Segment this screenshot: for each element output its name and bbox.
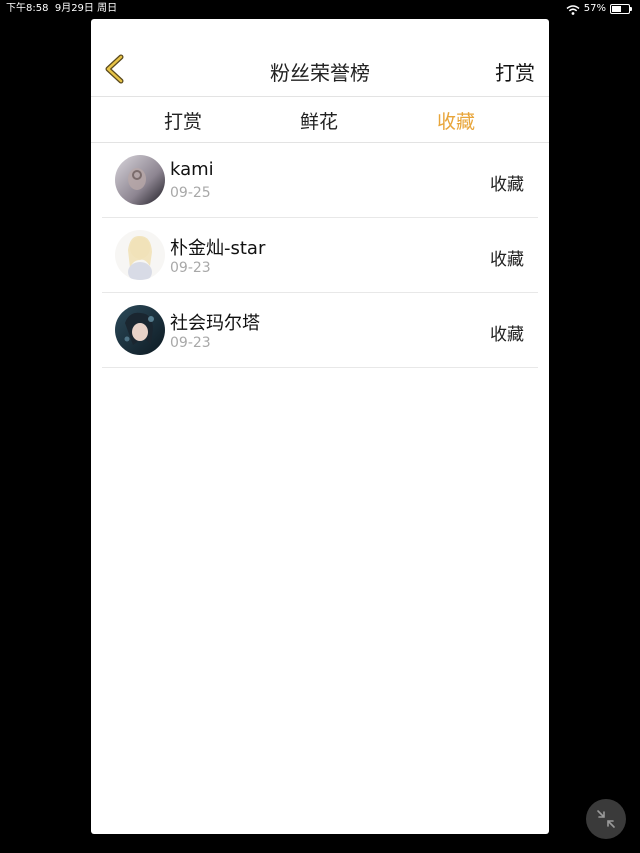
tab-reward[interactable]: 打赏 — [143, 107, 223, 134]
fan-honor-panel: 粉丝荣誉榜 打赏 打赏 鲜花 收藏 kami 09-25 收藏 朴金灿-star… — [91, 19, 549, 834]
list-item[interactable]: 朴金灿-star 09-23 收藏 — [102, 218, 538, 293]
collapse-button[interactable] — [586, 799, 626, 839]
page-title: 粉丝荣誉榜 — [270, 61, 370, 85]
list-item[interactable]: 社会玛尔塔 09-23 收藏 — [102, 293, 538, 368]
status-bar: 下午8:58 9月29日 周日 57% — [0, 0, 640, 18]
wifi-icon — [566, 4, 580, 15]
avatar — [115, 305, 165, 355]
battery-percent: 57% — [583, 3, 606, 14]
nav-bar: 粉丝荣誉榜 打赏 — [91, 19, 549, 97]
fan-name: kami — [170, 159, 214, 180]
tab-bar: 打赏 鲜花 收藏 — [91, 97, 549, 143]
list-item[interactable]: kami 09-25 收藏 — [102, 143, 538, 218]
fan-list: kami 09-25 收藏 朴金灿-star 09-23 收藏 社会玛尔塔 09… — [102, 143, 538, 368]
fan-date: 09-23 — [170, 260, 211, 276]
status-time: 下午8:58 — [6, 3, 49, 14]
tab-flowers[interactable]: 鲜花 — [279, 107, 359, 134]
fan-date: 09-25 — [170, 185, 211, 201]
avatar — [115, 155, 165, 205]
status-date: 9月29日 周日 — [54, 3, 118, 14]
collapse-arrows-icon — [597, 810, 615, 828]
fan-name: 朴金灿-star — [170, 238, 266, 259]
avatar — [115, 230, 165, 280]
fan-action: 收藏 — [490, 250, 524, 270]
fan-action: 收藏 — [490, 325, 524, 345]
reward-button[interactable]: 打赏 — [495, 57, 535, 86]
fan-name: 社会玛尔塔 — [170, 313, 260, 334]
fan-action: 收藏 — [490, 175, 524, 195]
fan-date: 09-23 — [170, 335, 211, 351]
battery-icon — [610, 3, 632, 14]
tab-favorites[interactable]: 收藏 — [416, 107, 496, 134]
